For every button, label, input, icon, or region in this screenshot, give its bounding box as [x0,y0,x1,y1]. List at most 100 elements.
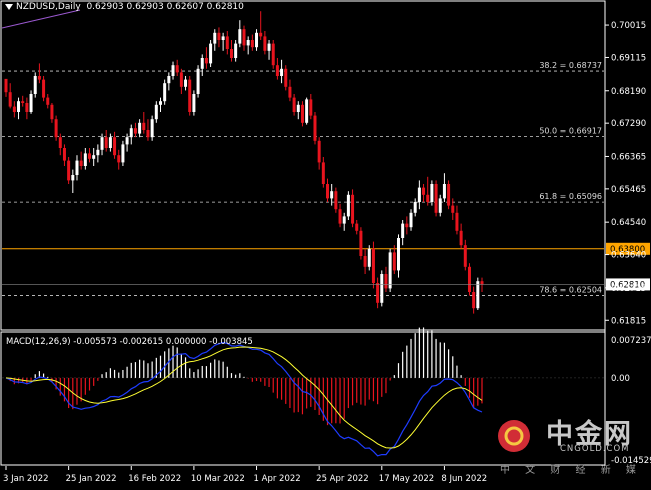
candle-body [204,58,208,64]
candle-body [426,194,430,202]
price-tick-label: 0.70015 [611,21,646,31]
candle-body [275,65,279,76]
candle-body [338,209,342,224]
time-tick-label: 3 Jan 2022 [3,474,49,484]
chart-window: 38.2 = 0.68737 50.0 = 0.66917 61.8 = 0.650… [0,0,651,486]
candle-body [246,40,250,46]
candle-body [54,119,58,138]
candle-body [4,78,8,93]
candle-body [342,216,346,224]
fib-level-label: 61.8 = 0.65096 [539,192,602,201]
candle-body [129,128,133,138]
candle-body [225,36,229,49]
candle-body [184,79,188,87]
candle-body [196,68,200,94]
candle-body [476,281,480,309]
candle-body [188,79,192,112]
candle-body [463,245,467,267]
candle-body [430,184,434,202]
candle-body [267,43,271,51]
candle-body [213,32,217,44]
candle-body [25,103,29,112]
candle-body [259,32,263,37]
candle-body [37,76,41,80]
candle-body [83,153,87,166]
collapse-arrow-icon[interactable] [5,3,13,10]
candle-body [67,160,71,181]
time-axis: 3 Jan 2022 25 Jan 2022 16 Feb 2022 10 Mar 2… [3,466,487,484]
chart-header: NZDUSD,Daily 0.62903 0.62903 0.62607 0.6… [5,2,244,12]
drawn-trendline[interactable] [1,9,81,29]
fib-level-label: 38.2 = 0.68737 [539,61,602,70]
candle-body [413,202,417,213]
candle-body [480,281,484,285]
candle-body [121,144,125,163]
candle-body [422,187,426,195]
macd-header: MACD(12,26,9) -0.005573 -0.002615 0.0000… [6,337,253,347]
candle-body [292,97,296,112]
candle-body [346,194,350,217]
candle-body [330,191,334,199]
price-tick-label: 0.67290 [611,119,646,129]
fib-level-label: 78.6 = 0.62504 [539,285,602,294]
watermark-domain: CNGOLD.COM [560,444,630,454]
candle-body [271,43,275,66]
candle-body [179,72,183,87]
candle-body [88,153,92,159]
candle-body [451,205,455,213]
candle-body [313,115,317,141]
candle-body [100,137,104,150]
price-tick-label: 0.64540 [611,218,646,228]
candle-body [33,76,37,94]
candle-body [138,122,142,134]
candle-body [229,49,233,58]
candle-body [359,230,363,256]
candle-body [296,104,300,112]
candle-body [133,128,137,134]
candle-body [158,101,162,105]
candle-body [104,137,108,148]
candle-body [250,40,254,48]
time-tick-label: 10 Mar 2022 [191,474,245,484]
time-tick-label: 8 Jun 2022 [441,474,487,484]
candle-body [300,104,304,123]
candle-body [29,94,33,112]
candle-body [175,65,179,73]
candle-body [371,248,375,283]
watermark-slogan: 中 文 财 经 新 媒 体 [500,465,651,476]
candle-body [317,140,321,163]
candle-body [409,212,413,228]
candle-body [321,162,325,184]
candle-body [21,101,25,103]
candle-body [434,184,438,213]
time-tick-label: 1 Apr 2022 [254,474,301,484]
candle-body [380,274,384,303]
candle-body [150,119,154,138]
price-tick-label: 0.68190 [611,87,646,97]
candle-body [142,122,146,130]
candle-body [288,86,292,98]
candle-body [455,212,459,231]
candle-body [326,184,330,199]
symbol-label: NZDUSD,Daily [16,2,81,12]
candle-body [17,101,21,112]
candle-body [459,230,463,246]
candle-body [442,184,446,199]
candle-body [75,160,79,175]
candle-body [46,97,50,105]
candle-body [58,137,62,148]
candle-body [263,36,267,51]
candle-body [334,191,338,210]
candle-body [351,194,355,224]
price-tick-label: 0.61815 [611,316,646,326]
time-tick-label: 25 Apr 2022 [316,474,369,484]
candle-body [221,36,225,40]
candle-body [388,252,392,289]
candle-body [79,160,83,166]
candle-body [280,68,284,76]
fibonacci-levels[interactable]: 38.2 = 0.68737 50.0 = 0.66917 61.8 = 0.650… [2,61,650,296]
candle-body [117,155,121,163]
candle-body [405,223,409,228]
candle-body [42,79,46,98]
candle-body [71,175,75,181]
